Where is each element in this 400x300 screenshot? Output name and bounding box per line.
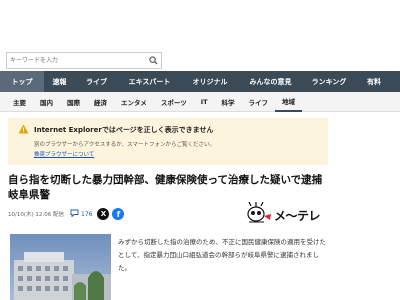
category-domestic[interactable]: 国内: [33, 92, 60, 112]
category-nav: 主要 国内 国際 経済 エンタメ スポーツ IT 科学 ライフ 地域: [0, 92, 400, 112]
warning-icon: [18, 124, 29, 136]
notice-title: Internet Explorerではページを正しく表示できません: [34, 126, 214, 134]
category-international[interactable]: 国際: [60, 92, 87, 112]
facebook-share-icon[interactable]: f: [112, 208, 125, 220]
article-body: みずから切断した指の治療のため、不正に国民健康保険の適用を受けたとして、指定暴力…: [118, 238, 326, 272]
comments-link[interactable]: 176: [70, 209, 92, 219]
article-meta: 10/10(木) 12:06 配信 176 X f: [8, 208, 125, 220]
recommended-browser-link[interactable]: 推奨ブラウザーについて: [18, 150, 318, 158]
category-science[interactable]: 科学: [215, 92, 242, 112]
article-photo[interactable]: [10, 234, 111, 300]
nav-item-breaking[interactable]: 速報: [44, 71, 75, 92]
x-share-icon[interactable]: X: [97, 208, 110, 220]
category-economy[interactable]: 経済: [87, 92, 114, 112]
nav-item-original[interactable]: オリジナル: [181, 71, 239, 92]
notice-body: 別のブラウザーからアクセスするか、スマートフォンからご覧ください。: [34, 142, 215, 148]
mascot-icon: [246, 201, 272, 228]
nav-item-expert[interactable]: エキスパート: [118, 71, 181, 92]
nav-item-opinions[interactable]: みんなの意見: [239, 71, 302, 92]
category-local[interactable]: 地域: [275, 92, 303, 112]
category-sports[interactable]: スポーツ: [154, 92, 194, 112]
comment-icon: [70, 209, 79, 219]
category-entertainment[interactable]: エンタメ: [114, 92, 154, 112]
nav-item-paid[interactable]: 有料: [356, 71, 392, 92]
top-bar: [0, 0, 400, 46]
category-life[interactable]: ライフ: [242, 92, 276, 112]
main-nav: トップ 速報 ライブ エキスパート オリジナル みんなの意見 ランキング 有料: [0, 71, 400, 92]
nav-item-ranking[interactable]: ランキング: [302, 71, 356, 92]
article-headline: 自ら指を切断した暴力団幹部、健康保険使って治療した疑いで逮捕 岐阜県警: [8, 174, 333, 201]
search-box[interactable]: [6, 52, 162, 69]
search-input[interactable]: [7, 53, 145, 68]
comment-count: 176: [81, 210, 93, 218]
search-icon[interactable]: [145, 53, 161, 68]
category-major[interactable]: 主要: [6, 92, 33, 112]
source-logo[interactable]: メ～テレ: [246, 201, 326, 228]
category-it[interactable]: IT: [194, 92, 215, 112]
nav-item-top[interactable]: トップ: [0, 71, 44, 92]
nav-item-live[interactable]: ライブ: [75, 71, 118, 92]
ie-warning-notice: Internet Explorerではページを正しく表示できません 別のブラウザ…: [8, 118, 328, 165]
source-name: メ～テレ: [274, 208, 321, 223]
publish-date: 10/10(木) 12:06 配信: [8, 212, 64, 218]
